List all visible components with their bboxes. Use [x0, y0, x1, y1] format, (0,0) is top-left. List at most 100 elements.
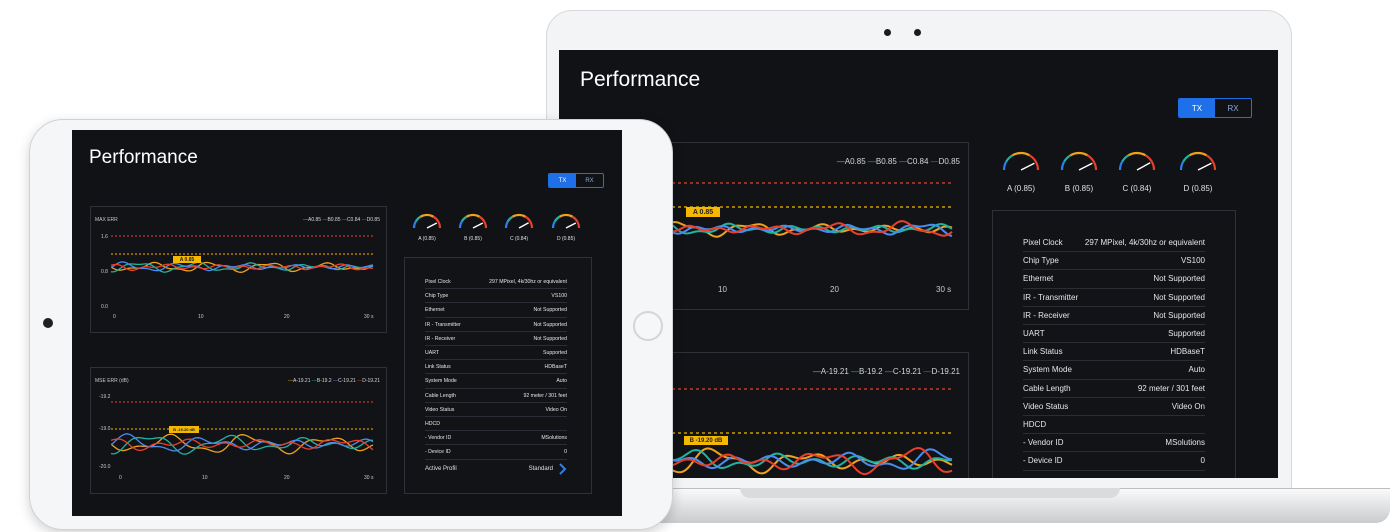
gauge-arc [571, 215, 581, 229]
gauge-arc [412, 220, 417, 229]
info-key: Cable Length [1023, 383, 1071, 393]
legend-b: B0.85 [327, 217, 341, 223]
legend-d: D-19.21 [931, 367, 960, 376]
legend-c: C0.84 [907, 157, 929, 166]
info-value: MSolutions [1165, 438, 1205, 448]
info-key: UART [425, 350, 440, 356]
info-value: Not Supported [1153, 292, 1205, 302]
gauge-arc [1188, 151, 1208, 157]
laptop-camera [914, 29, 921, 36]
gauge-arc [1060, 160, 1066, 171]
gauge-arc [504, 220, 509, 229]
chart-legend: —A0.85 —B0.85 —C0.84 —D0.85 [302, 217, 380, 223]
gauge-arc [432, 215, 442, 229]
max-err-plot [111, 235, 374, 273]
info-key: System Mode [425, 378, 457, 385]
x-tick: 30 s [364, 314, 374, 320]
rx-button[interactable]: RX [576, 174, 603, 187]
tx-button[interactable]: TX [549, 174, 576, 187]
info-row: System Mode Auto [425, 375, 567, 389]
info-key: HDCD [425, 421, 440, 427]
gauge-needle [1020, 162, 1035, 171]
chevron-right-icon[interactable] [559, 463, 567, 475]
gauge-label: A (0.85) [418, 236, 436, 242]
gauge-arc [1002, 160, 1008, 171]
info-key: System Mode [1023, 365, 1072, 375]
info-key: Video Status [1023, 401, 1069, 411]
info-row: - Device ID 0 [1023, 453, 1205, 471]
info-row: Link Status HDBaseT [425, 361, 567, 375]
legend-b: B-19.2 [316, 378, 332, 384]
value-tag: B -19.20 dB [169, 426, 199, 433]
gauge-label: C (0.84) [1122, 184, 1152, 193]
legend-d: D0.85 [938, 157, 960, 166]
gauge-arc [1086, 154, 1098, 171]
rx-button[interactable]: RX [1215, 99, 1251, 117]
gauge-a [412, 213, 442, 229]
active-profile-row[interactable]: Active Profil Standard [425, 462, 567, 476]
y-tick: -20.0 [99, 464, 111, 470]
x-tick: 0 [119, 475, 122, 481]
info-key: - Device ID [425, 449, 451, 456]
info-row: IR - Transmitter Not Supported [425, 319, 567, 332]
mse-err-plot [111, 401, 374, 455]
info-value: Not Supported [533, 321, 567, 328]
gauge-arc [1005, 154, 1014, 163]
legend-c: C-19.21 [338, 378, 356, 384]
tx-button[interactable]: TX [1179, 99, 1215, 117]
info-value: VS100 [551, 293, 567, 300]
info-key: HDCD [1023, 420, 1047, 429]
tx-rx-toggle[interactable]: TX RX [1178, 98, 1252, 118]
info-row: HDCD [1023, 417, 1205, 435]
gauge-arc [506, 215, 514, 223]
info-key: Video Status [425, 406, 455, 413]
info-value: 297 MPixel, 4k/30hz or equivalent [1084, 238, 1205, 247]
info-row: IR - Receiver Not Supported [1023, 308, 1205, 325]
tx-rx-toggle[interactable]: TX RX [548, 173, 604, 188]
gauge-a [1002, 151, 1040, 171]
gauge-b [1060, 151, 1098, 171]
gauge-arc [553, 215, 561, 223]
gauge-c [1118, 151, 1156, 171]
x-tick: 30 s [936, 285, 952, 294]
info-key: IR - Transmitter [425, 321, 461, 328]
info-value: 0 [564, 449, 567, 456]
value-tag: A 0.85 [686, 207, 720, 217]
gauge-arc [1121, 154, 1130, 163]
info-value: Not Supported [533, 335, 567, 342]
gauge-arc [1028, 154, 1040, 171]
chart-title: MAX ERR [95, 217, 118, 223]
gauge-arc [458, 220, 463, 229]
gauge-arc [524, 215, 534, 229]
gauge-label: D (0.85) [1183, 184, 1213, 193]
info-row: System Mode Auto [1023, 362, 1205, 380]
gauge-label: B (0.85) [1064, 184, 1094, 193]
info-row: IR - Transmitter Not Supported [1023, 290, 1205, 307]
info-key: - Vendor ID [1023, 438, 1064, 448]
gauge-arc [1205, 154, 1217, 171]
gauge-label: D (0.85) [556, 236, 576, 242]
info-key: Link Status [425, 364, 451, 371]
info-row: - Vendor ID MSolutions [1023, 435, 1205, 453]
info-key: Ethernet [1023, 274, 1054, 284]
info-key: IR - Receiver [1023, 310, 1070, 320]
x-tick: 10 [198, 314, 204, 320]
device-info-panel: Pixel Clock 297 MPixel, 4k/30hz or equiva… [404, 257, 592, 494]
gauge-arc [465, 213, 481, 218]
laptop-sensor [884, 29, 891, 36]
active-profile-label: Active Profil [425, 466, 457, 472]
info-value: 0 [1200, 456, 1205, 466]
info-value: VS100 [1180, 256, 1205, 266]
x-tick: 20 [284, 314, 290, 320]
gauge-needle [565, 222, 577, 229]
info-key: Pixel Clock [425, 279, 451, 285]
info-row: Cable Length 92 meter / 301 feet [1023, 381, 1205, 398]
info-key: Chip Type [1023, 256, 1059, 266]
info-row: Ethernet Not Supported [425, 304, 567, 318]
info-row: Ethernet Not Supported [1023, 271, 1205, 289]
gauge-needle [1136, 162, 1151, 171]
gauge-arc [478, 215, 488, 229]
y-tick: 0.8 [101, 269, 108, 275]
x-tick: 20 [830, 285, 839, 294]
info-row: Cable Length 92 meter / 301 feet [425, 390, 567, 403]
